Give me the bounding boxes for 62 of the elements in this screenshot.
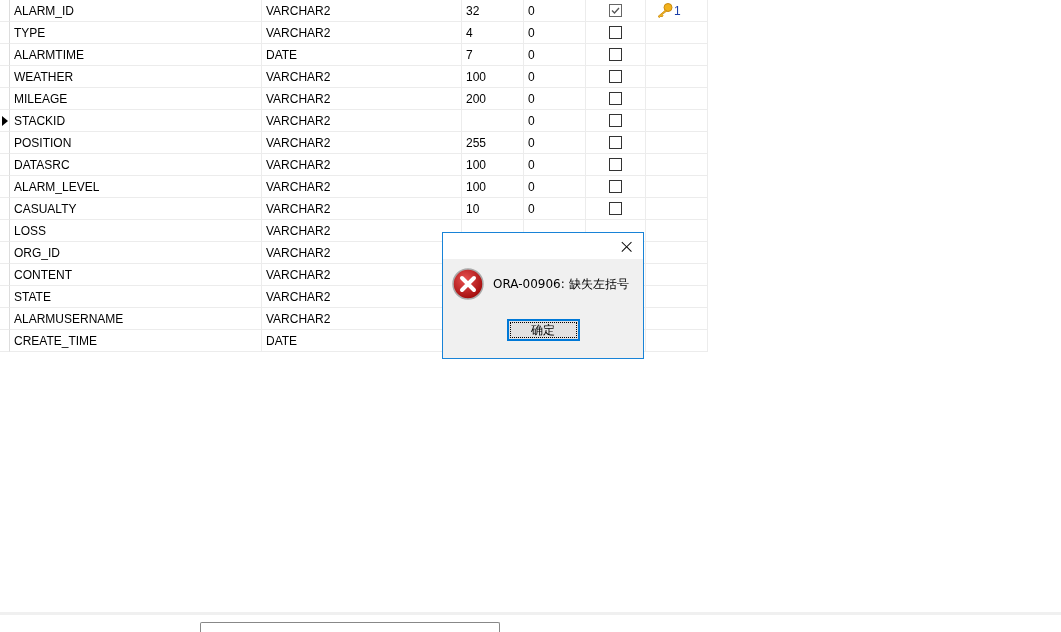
close-button[interactable]: × — [610, 236, 643, 256]
table-cell: DATASRC — [10, 154, 262, 176]
table-cell: 255 — [462, 132, 524, 154]
checkbox[interactable] — [609, 180, 622, 193]
table-cell: 0 — [524, 66, 586, 88]
table-cell: VARCHAR2 — [262, 88, 462, 110]
table-cell: VARCHAR2 — [262, 110, 462, 132]
table-cell: 4 — [462, 22, 524, 44]
table-cell: ALARM_ID — [10, 0, 262, 22]
table-cell: 0 — [524, 198, 586, 220]
table-cell: VARCHAR2 — [262, 154, 462, 176]
table-cell: 100 — [462, 66, 524, 88]
key-icon — [656, 3, 673, 18]
table-cell: 10 — [462, 198, 524, 220]
checkbox[interactable] — [609, 136, 622, 149]
checkbox[interactable] — [609, 158, 622, 171]
table-cell: VARCHAR2 — [262, 132, 462, 154]
table-cell: ALARM_LEVEL — [10, 176, 262, 198]
checkbox[interactable] — [609, 114, 622, 127]
table-cell: VARCHAR2 — [262, 22, 462, 44]
key-order: 1 — [674, 3, 681, 18]
checkbox[interactable] — [609, 48, 622, 61]
table-cell: MILEAGE — [10, 88, 262, 110]
table-cell: CASUALTY — [10, 198, 262, 220]
row-header[interactable] — [0, 110, 10, 132]
table-cell: VARCHAR2 — [262, 198, 462, 220]
table-cell: DATE — [262, 44, 462, 66]
table-cell: POSITION — [10, 132, 262, 154]
table-cell: TYPE — [10, 22, 262, 44]
table-cell: ALARMUSERNAME — [10, 308, 262, 330]
table-cell: CONTENT — [10, 264, 262, 286]
error-message: ORA-00906: 缺失左括号 — [493, 275, 629, 293]
table-cell: 0 — [524, 110, 586, 132]
checkbox[interactable] — [609, 70, 622, 83]
table-cell: 7 — [462, 44, 524, 66]
table-cell: LOSS — [10, 220, 262, 242]
table-cell: 0 — [524, 44, 586, 66]
table-cell: CREATE_TIME — [10, 330, 262, 352]
checkbox[interactable] — [609, 4, 622, 17]
table-cell: STATE — [10, 286, 262, 308]
table-cell: 0 — [524, 154, 586, 176]
table-cell: 200 — [462, 88, 524, 110]
error-icon — [452, 268, 484, 300]
table-cell: WEATHER — [10, 66, 262, 88]
table-cell: 100 — [462, 154, 524, 176]
table-cell: 0 — [524, 0, 586, 22]
table-cell: 32 — [462, 0, 524, 22]
ok-button[interactable]: 确定 — [506, 319, 580, 341]
table-cell: VARCHAR2 — [262, 0, 462, 22]
checkbox[interactable] — [609, 26, 622, 39]
table-cell: 0 — [524, 132, 586, 154]
table-cell: ALARMTIME — [10, 44, 262, 66]
table-cell: 0 — [524, 22, 586, 44]
table-cell: VARCHAR2 — [262, 66, 462, 88]
table-cell: 0 — [524, 88, 586, 110]
table-cell: STACKID — [10, 110, 262, 132]
table-cell: VARCHAR2 — [262, 176, 462, 198]
table-cell: 100 — [462, 176, 524, 198]
checkbox[interactable] — [609, 202, 622, 215]
table-cell: ORG_ID — [10, 242, 262, 264]
checkbox[interactable] — [609, 92, 622, 105]
table-cell: 0 — [524, 176, 586, 198]
